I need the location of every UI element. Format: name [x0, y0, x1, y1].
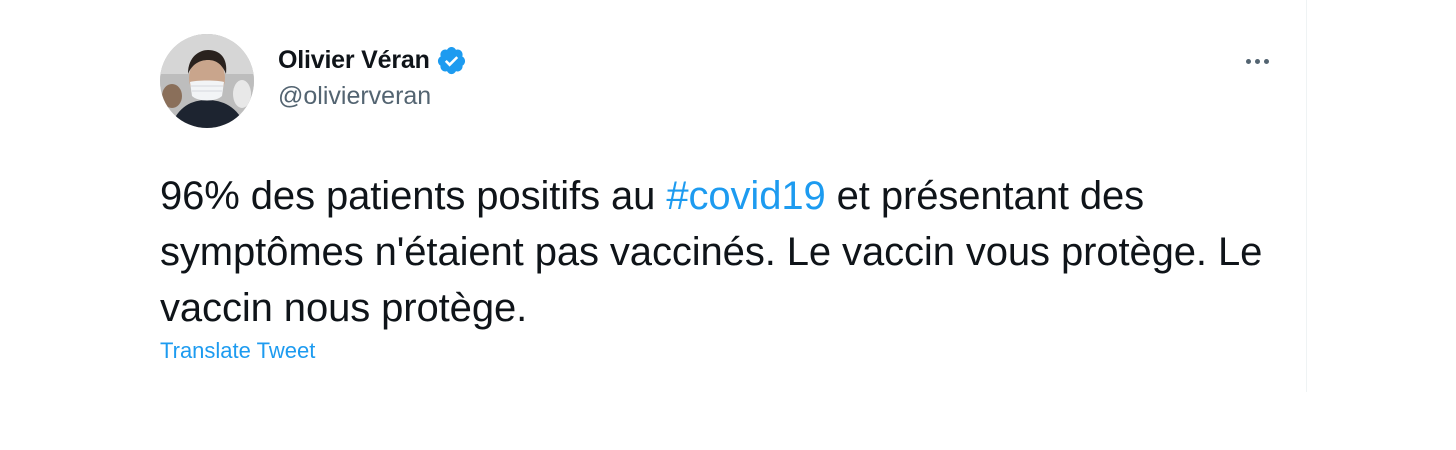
- verified-badge-icon: [436, 45, 467, 76]
- tweet-card: Olivier Véran @olivierveran 96% des pati…: [0, 0, 1307, 392]
- user-handle[interactable]: @olivierveran: [278, 82, 467, 111]
- avatar-photo: [160, 34, 254, 128]
- translate-tweet-link[interactable]: Translate Tweet: [160, 338, 315, 364]
- user-info: Olivier Véran @olivierveran: [278, 42, 467, 111]
- hashtag-link[interactable]: #covid19: [666, 174, 825, 218]
- avatar[interactable]: [160, 34, 254, 128]
- name-row: Olivier Véran: [278, 42, 467, 78]
- tweet-text: 96% des patients positifs au #covid19 et…: [160, 168, 1290, 336]
- display-name[interactable]: Olivier Véran: [278, 46, 430, 75]
- more-options-icon[interactable]: [1240, 46, 1274, 76]
- tweet-text-part: 96% des patients positifs au: [160, 174, 667, 218]
